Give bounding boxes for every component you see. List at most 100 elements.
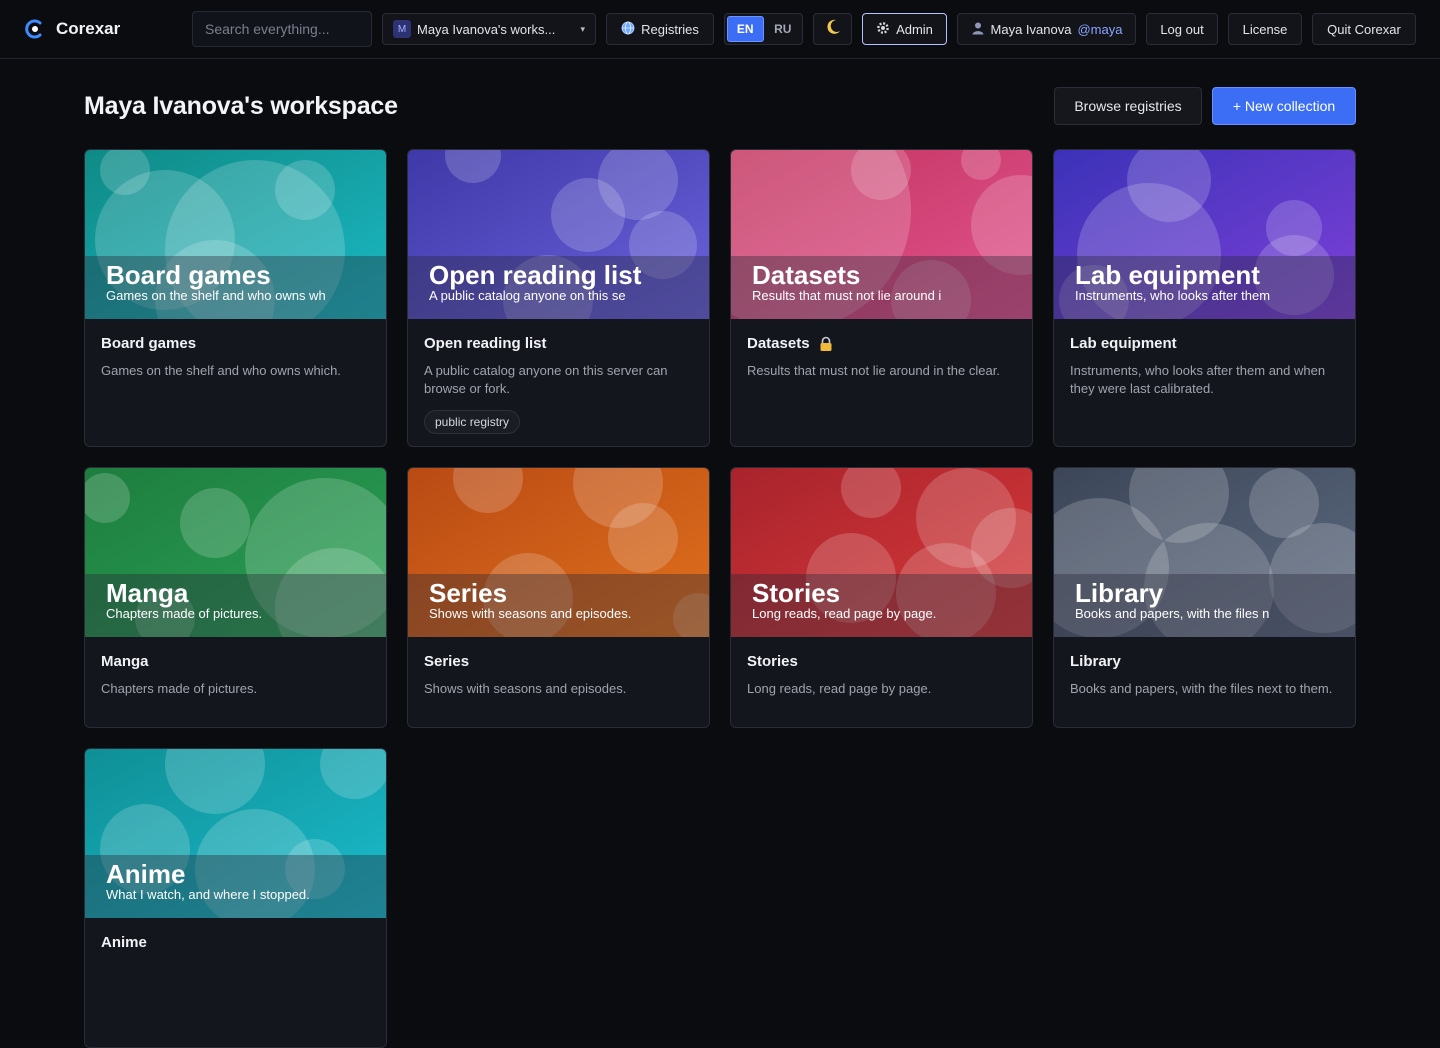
collection-body: Library Books and papers, with the files… [1054, 637, 1355, 698]
collection-banner: Manga Chapters made of pictures. [85, 468, 386, 637]
user-handle: @maya [1077, 21, 1123, 37]
banner-subtitle: What I watch, and where I stopped. [106, 887, 310, 902]
banner-caption: Series Shows with seasons and episodes. [408, 574, 709, 637]
page-header: Maya Ivanova's workspace Browse registri… [84, 87, 1356, 125]
collection-title-row: Manga [101, 653, 370, 670]
banner-caption: Anime What I watch, and where I stopped. [85, 855, 386, 918]
collection-description: Chapters made of pictures. [101, 681, 258, 696]
collection-description: Instruments, who looks after them and wh… [1070, 363, 1326, 396]
banner-title: Open reading list [429, 260, 642, 290]
collection-banner: Stories Long reads, read page by page. [731, 468, 1032, 637]
search-input[interactable] [192, 11, 372, 47]
collection-description: Shows with seasons and episodes. [424, 681, 627, 696]
collection-card[interactable]: Datasets Results that must not lie aroun… [730, 149, 1033, 447]
banner-subtitle: A public catalog anyone on this se [429, 288, 626, 303]
collection-description: Long reads, read page by page. [747, 681, 932, 696]
logout-button[interactable]: Log out [1146, 13, 1218, 45]
banner-caption: Manga Chapters made of pictures. [85, 574, 386, 637]
collection-title: Datasets [747, 335, 810, 352]
banner-subtitle: Books and papers, with the files n [1075, 606, 1270, 621]
collection-card[interactable]: Manga Chapters made of pictures. Manga C… [84, 467, 387, 728]
caret-down-icon: ▾ [580, 23, 585, 34]
gear-icon [876, 21, 890, 38]
admin-label: Admin [896, 21, 933, 37]
collection-banner: Anime What I watch, and where I stopped. [85, 749, 386, 918]
collection-title-row: Library [1070, 653, 1339, 670]
collection-description: A public catalog anyone on this server c… [424, 363, 668, 396]
theme-toggle-button[interactable] [813, 13, 852, 45]
collection-card[interactable]: Series Shows with seasons and episodes. … [407, 467, 710, 728]
moon-icon [824, 18, 842, 41]
collection-title-row: Series [424, 653, 693, 670]
collection-card[interactable]: Anime What I watch, and where I stopped.… [84, 748, 387, 1048]
collection-banner: Datasets Results that must not lie aroun… [731, 150, 1032, 319]
banner-subtitle: Long reads, read page by page. [752, 606, 937, 621]
browse-registries-button[interactable]: Browse registries [1054, 87, 1202, 125]
collection-title-row: Open reading list [424, 335, 693, 352]
banner-title: Stories [752, 578, 841, 608]
banner-caption: Lab equipment Instruments, who looks aft… [1054, 256, 1355, 319]
collection-title: Manga [101, 653, 149, 670]
collection-body: Board games Games on the shelf and who o… [85, 319, 386, 380]
collection-banner: Open reading list A public catalog anyon… [408, 150, 709, 319]
license-button[interactable]: License [1228, 13, 1302, 45]
collection-title-row: Stories [747, 653, 1016, 670]
collection-tag: public registry [424, 410, 521, 434]
collection-card[interactable]: Board games Games on the shelf and who o… [84, 149, 387, 447]
collection-title: Library [1070, 653, 1121, 670]
banner-subtitle: Instruments, who looks after them [1075, 288, 1271, 303]
top-bar: Corexar M Maya Ivanova's works... ▾ Regi… [0, 0, 1440, 59]
registries-button[interactable]: Registries [606, 13, 714, 45]
page-title: Maya Ivanova's workspace [84, 91, 398, 120]
quit-button[interactable]: Quit Corexar [1312, 13, 1416, 45]
banner-title: Board games [106, 260, 271, 290]
collection-title: Open reading list [424, 335, 547, 352]
collection-title-row: Lab equipment [1070, 335, 1339, 352]
collection-card[interactable]: Open reading list A public catalog anyon… [407, 149, 710, 447]
collection-body: Manga Chapters made of pictures. [85, 637, 386, 698]
user-icon [971, 21, 985, 38]
workspace-avatar: M [393, 20, 411, 38]
language-switch: EN RU [724, 13, 803, 45]
language-ru[interactable]: RU [766, 16, 801, 42]
collection-banner: Lab equipment Instruments, who looks aft… [1054, 150, 1355, 319]
brand[interactable]: Corexar [24, 18, 192, 40]
collection-body: Datasets Results that must not lie aroun… [731, 319, 1032, 380]
collection-description: Books and papers, with the files next to… [1070, 681, 1333, 696]
banner-caption: Datasets Results that must not lie aroun… [731, 256, 1032, 319]
collection-banner: Library Books and papers, with the files… [1054, 468, 1355, 637]
banner-title: Library [1075, 578, 1164, 608]
banner-subtitle: Games on the shelf and who owns wh [106, 288, 326, 303]
banner-caption: Open reading list A public catalog anyon… [408, 256, 709, 319]
banner-title: Manga [106, 578, 189, 608]
collection-description: Results that must not lie around in the … [747, 363, 1000, 378]
collection-card[interactable]: Stories Long reads, read page by page. S… [730, 467, 1033, 728]
language-en[interactable]: EN [727, 16, 764, 42]
admin-button[interactable]: Admin [862, 13, 947, 45]
brand-name: Corexar [56, 19, 121, 38]
banner-subtitle: Shows with seasons and episodes. [429, 606, 632, 621]
collection-card[interactable]: Library Books and papers, with the files… [1053, 467, 1356, 728]
user-menu-button[interactable]: Maya Ivanova @maya [957, 13, 1136, 45]
globe-icon [621, 21, 635, 38]
collection-title: Series [424, 653, 470, 670]
lock-icon [818, 336, 834, 352]
collection-title-row: Datasets [747, 335, 1016, 352]
new-collection-button[interactable]: + New collection [1212, 87, 1356, 125]
banner-caption: Library Books and papers, with the files… [1054, 574, 1355, 637]
collection-banner: Board games Games on the shelf and who o… [85, 150, 386, 319]
banner-title: Datasets [752, 260, 861, 290]
collection-title-row: Board games [101, 335, 370, 352]
collection-title: Stories [747, 653, 798, 670]
collection-body: Stories Long reads, read page by page. [731, 637, 1032, 698]
workspace-select[interactable]: M Maya Ivanova's works... ▾ [382, 13, 596, 45]
banner-title: Lab equipment [1075, 260, 1260, 290]
collection-description: Games on the shelf and who owns which. [101, 363, 341, 378]
collection-title: Anime [101, 934, 147, 951]
banner-title: Series [429, 578, 508, 608]
banner-title: Anime [106, 859, 186, 889]
collection-card[interactable]: Lab equipment Instruments, who looks aft… [1053, 149, 1356, 447]
collection-title: Board games [101, 335, 197, 352]
collection-body: Lab equipment Instruments, who looks aft… [1054, 319, 1355, 398]
banner-caption: Board games Games on the shelf and who o… [85, 256, 386, 319]
